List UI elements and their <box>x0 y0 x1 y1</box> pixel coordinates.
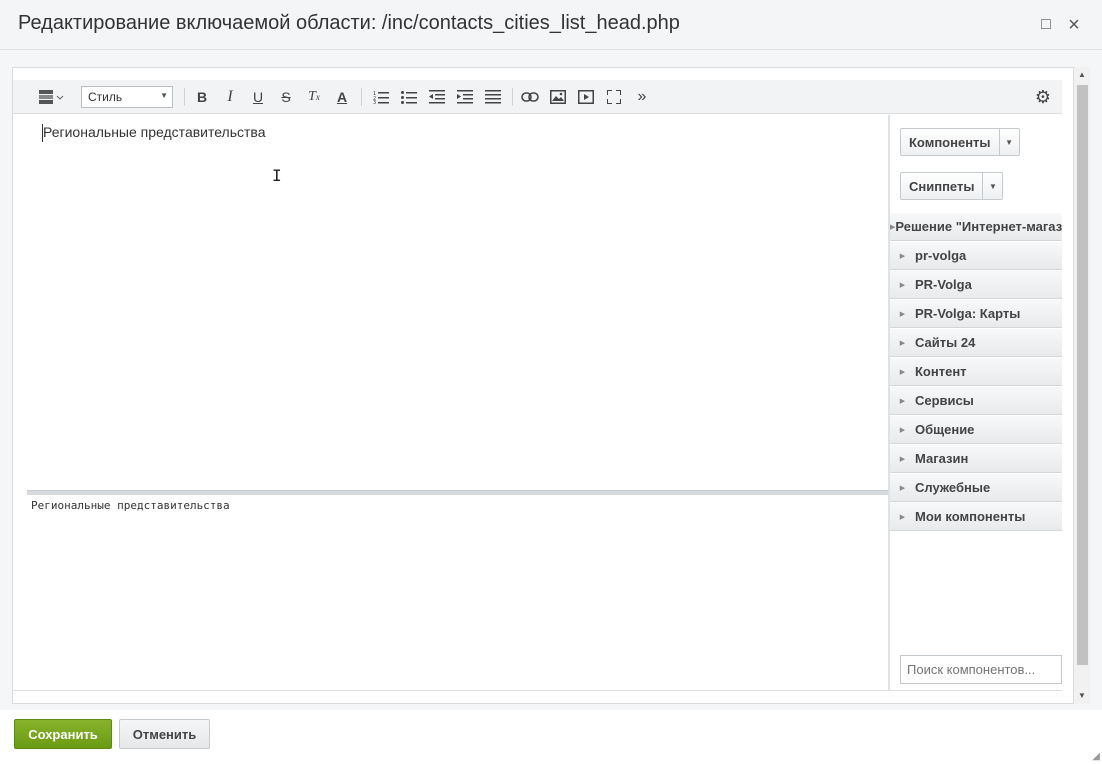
remove-format-icon[interactable]: Tx <box>303 87 325 107</box>
svg-text:3: 3 <box>373 100 376 104</box>
editor-bottom-border <box>13 690 1062 691</box>
component-search-input[interactable] <box>900 655 1062 684</box>
expand-arrow-icon: ▶ <box>899 339 906 347</box>
component-group[interactable]: ▶ Служебные <box>890 474 1062 502</box>
chevron-down-icon[interactable]: ▼ <box>982 173 1002 199</box>
video-icon[interactable] <box>575 87 597 107</box>
expand-arrow-icon: ▶ <box>899 281 906 289</box>
expand-arrow-icon: ▶ <box>899 455 906 463</box>
toolbar-separator <box>361 88 362 106</box>
code-content-text[interactable]: Региональные представительства <box>31 499 230 512</box>
component-group-label: Решение "Интернет-магазин" <box>895 219 1062 234</box>
component-group[interactable]: ▶ Магазин <box>890 445 1062 473</box>
component-group-label: Сайты 24 <box>915 335 976 350</box>
component-group[interactable]: ▶ Сайты 24 <box>890 329 1062 357</box>
component-group[interactable]: ▶ pr-volga <box>890 242 1062 270</box>
component-group-label: Мои компоненты <box>915 509 1026 524</box>
expand-arrow-icon: ▶ <box>899 513 906 521</box>
editor-content-text[interactable]: Региональные представительства <box>43 124 266 140</box>
component-group-label: Контент <box>915 364 967 379</box>
maximize-icon[interactable]: □ <box>1037 16 1055 34</box>
include-area-editor-dialog: Редактирование включаемой области: /inc/… <box>0 0 1102 764</box>
expand-arrow-icon: ▶ <box>899 310 906 318</box>
align-icon[interactable] <box>482 87 504 107</box>
unordered-list-icon[interactable] <box>398 87 420 107</box>
resize-handle-icon[interactable]: ◢ <box>1092 751 1100 762</box>
dialog-titlebar[interactable]: Редактирование включаемой области: /inc/… <box>0 0 1102 50</box>
fullscreen-icon[interactable] <box>603 87 625 107</box>
underline-icon[interactable]: U <box>247 87 269 107</box>
expand-arrow-icon: ▶ <box>899 252 906 260</box>
component-group[interactable]: ▶ Мои компоненты <box>890 503 1062 531</box>
strikethrough-icon[interactable]: S <box>275 87 297 107</box>
style-select[interactable]: Стиль ▼ <box>81 86 173 108</box>
link-icon[interactable] <box>519 87 541 107</box>
component-group-label: pr-volga <box>915 248 967 263</box>
components-button[interactable]: Компоненты ▼ <box>900 128 1020 156</box>
components-button-label: Компоненты <box>909 134 991 150</box>
editor-toolbar: Стиль ▼ B I U S Tx A 123 » ⚙ <box>13 80 1062 114</box>
toolbar-separator <box>184 88 185 106</box>
bold-icon[interactable]: B <box>191 87 213 107</box>
component-group[interactable]: ▶ Сервисы <box>890 387 1062 415</box>
component-group[interactable]: ▶ Контент <box>890 358 1062 386</box>
component-group-label: Служебные <box>915 480 991 495</box>
expand-arrow-icon: ▶ <box>899 484 906 492</box>
ordered-list-icon[interactable]: 123 <box>370 87 392 107</box>
component-group-label: PR-Volga <box>915 277 972 292</box>
close-icon[interactable]: × <box>1065 14 1083 36</box>
toolbar-separator <box>512 88 513 106</box>
template-icon[interactable] <box>37 87 65 107</box>
scroll-up-icon[interactable]: ▲ <box>1078 70 1086 79</box>
component-group-label: Магазин <box>915 451 969 466</box>
mouse-cursor-icon: I <box>272 166 282 185</box>
more-icon[interactable]: » <box>631 87 653 107</box>
font-color-icon[interactable]: A <box>331 87 353 107</box>
outdent-icon[interactable] <box>426 87 448 107</box>
chevron-down-icon: ▼ <box>160 91 168 100</box>
expand-arrow-icon: ▶ <box>899 368 906 376</box>
chevron-down-icon[interactable]: ▼ <box>998 129 1019 155</box>
expand-arrow-icon: ▶ <box>899 397 906 405</box>
style-select-value: Стиль <box>88 90 123 104</box>
scroll-down-icon[interactable]: ▼ <box>1078 691 1086 700</box>
scroll-thumb[interactable] <box>1077 85 1088 665</box>
italic-icon[interactable]: I <box>219 87 241 107</box>
component-group[interactable]: ▶ PR-Volga <box>890 271 1062 299</box>
code-editor[interactable]: Региональные представительства <box>27 495 888 690</box>
component-group[interactable]: ▶ PR-Volga: Карты <box>890 300 1062 328</box>
wysiwyg-editor[interactable]: Региональные представительства I <box>27 115 888 490</box>
components-side-panel: Компоненты ▼ Сниппеты ▼ ▶ Решение "Интер… <box>890 115 1062 690</box>
expand-arrow-icon: ▶ <box>899 426 906 434</box>
component-group-label: Общение <box>915 422 975 437</box>
component-group-label: Сервисы <box>915 393 974 408</box>
component-group[interactable]: ▶ Решение "Интернет-магазин" <box>890 213 1062 241</box>
image-icon[interactable] <box>547 87 569 107</box>
snippets-button-label: Сниппеты <box>909 178 975 194</box>
indent-icon[interactable] <box>454 87 476 107</box>
dialog-scrollbar[interactable]: ▲ ▼ <box>1074 67 1090 704</box>
component-group-label: PR-Volga: Карты <box>915 306 1021 321</box>
component-group[interactable]: ▶ Общение <box>890 416 1062 444</box>
dialog-title: Редактирование включаемой области: /inc/… <box>18 12 680 34</box>
settings-icon[interactable]: ⚙ <box>1032 87 1054 107</box>
save-button[interactable]: Сохранить <box>14 719 112 749</box>
snippets-button[interactable]: Сниппеты ▼ <box>900 172 1004 200</box>
cancel-button[interactable]: Отменить <box>119 719 210 749</box>
